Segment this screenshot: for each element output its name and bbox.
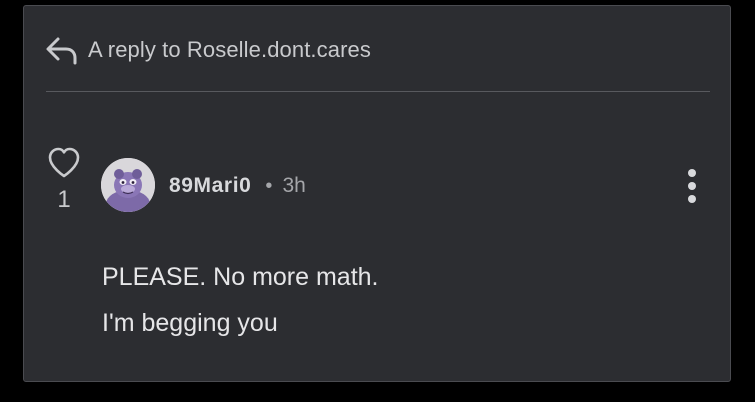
timestamp: 3h [282,174,306,197]
heart-icon[interactable] [46,146,82,180]
comment-body: PLEASE. No more math. I'm begging you [102,254,379,346]
kebab-menu-icon [688,169,696,203]
author-line: 89Mari0 • 3h [169,172,306,200]
divider [46,91,710,92]
reply-arrow-icon [44,32,80,68]
comment-line: PLEASE. No more math. [102,263,379,291]
separator-dot: • [265,174,273,197]
reply-to-label[interactable]: A reply to Roselle.dont.cares [88,37,371,63]
comment-line: I'm begging you [102,309,278,337]
reply-context[interactable]: A reply to Roselle.dont.cares [44,32,371,68]
comment-card: A reply to Roselle.dont.cares 1 89Mari0 … [23,5,731,382]
like-count: 1 [57,186,71,213]
username[interactable]: 89Mari0 [169,174,251,198]
more-options-button[interactable] [680,166,704,206]
avatar[interactable] [101,158,155,212]
like-column: 1 [44,146,84,214]
